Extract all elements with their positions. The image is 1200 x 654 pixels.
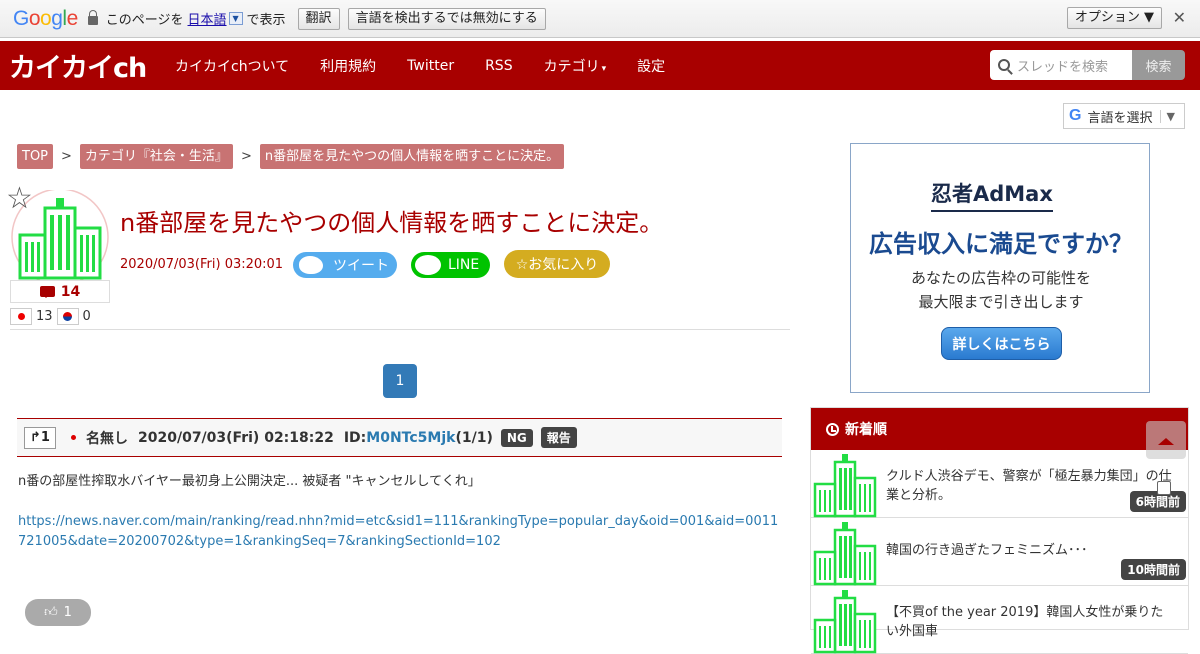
translate-button[interactable]: 翻訳 [297, 7, 340, 30]
post-link[interactable]: https://news.naver.com/main/ranking/read… [18, 512, 786, 552]
new-threads-heading: 新着順 [845, 422, 887, 438]
nav-about[interactable]: カイカイchついて [175, 56, 289, 76]
ad-sub-line2: 最大限まで引き出します [918, 293, 1084, 311]
japan-flag-icon [10, 308, 32, 325]
comment-count: 14 [10, 280, 110, 303]
nav-twitter[interactable]: Twitter [407, 58, 454, 74]
new-threads-header: 新着順 [811, 408, 1188, 450]
ad-banner[interactable]: 忍者AdMax 広告収入に満足ですか？ あなたの広告枠の可能性を 最大限まで引き… [850, 143, 1150, 393]
list-item[interactable]: クルド人渋谷デモ、警察が「極左暴力集団」の仕業と分析。 6時間前 [811, 450, 1188, 518]
lock-icon [87, 10, 98, 25]
jp-count: 13 [36, 309, 53, 324]
status-dot [71, 435, 76, 440]
edit-icon[interactable] [1157, 481, 1171, 495]
ad-headline: 広告収入に満足ですか？ [869, 230, 1133, 258]
list-item-title: 【不買of the year 2019】韓国人女性が乗りたい外国車 [886, 605, 1164, 639]
language-dropdown-icon[interactable]: ▼ [228, 12, 243, 25]
tweet-button[interactable]: ツイート [293, 252, 397, 278]
post-date: 2020/07/03(Fri) 02:18:22 [138, 429, 334, 446]
breadcrumb: TOP > カテゴリ『社会・生活』 > n番部屋を見たやつの個人情報を晒すことに… [17, 144, 565, 169]
search-button[interactable]: 検索 [1132, 50, 1185, 80]
site-header: カイカイch カイカイchついて 利用規約 Twitter RSS カテゴリ ▾ … [0, 41, 1200, 90]
ad-subtext: あなたの広告枠の可能性を 最大限まで引き出します [851, 266, 1149, 314]
nav-category[interactable]: カテゴリ ▾ [544, 56, 607, 76]
tweet-label: ツイート [333, 258, 389, 274]
search-placeholder: スレッドを検索 [1017, 59, 1109, 75]
clock-icon [826, 422, 839, 436]
comment-count-value: 14 [60, 283, 81, 300]
thread-thumbnail [813, 590, 877, 654]
comment-icon [39, 286, 55, 298]
ad-brand: 忍者AdMax [931, 178, 1053, 212]
main-nav: カイカイchついて 利用規約 Twitter RSS カテゴリ ▾ 設定 [169, 56, 690, 76]
new-threads-panel: 新着順 クルド人渋谷デモ、警察が「極左暴力集団」の仕業と分析。 6時間前 韓国の… [810, 407, 1189, 654]
line-label: LINE [448, 257, 480, 273]
poster-name: 名無し [86, 430, 128, 447]
disable-detect-button[interactable]: 言語を検出するでは無効にする [347, 7, 546, 30]
list-item[interactable]: 韓国の行き過ぎたフェミニズム･･･ 10時間前 [811, 518, 1188, 586]
post-id-link[interactable]: M0NTc5Mjk [366, 430, 455, 446]
res-number: 1 [40, 430, 50, 445]
translate-bar: Google このページを 日本語 ▼ で表示 翻訳 言語を検出するでは無効にす… [0, 0, 1200, 38]
nav-settings[interactable]: 設定 [637, 56, 665, 76]
thread-thumbnail [813, 454, 877, 518]
site-logo[interactable]: カイカイch [9, 46, 169, 85]
favorite-star-icon[interactable]: ☆ [6, 184, 33, 214]
report-button[interactable]: 報告 [540, 427, 577, 448]
translate-suffix: で表示 [246, 13, 286, 28]
reply-button[interactable]: ↱ 1 [24, 426, 56, 449]
google-logo: Google [13, 6, 78, 30]
breadcrumb-category[interactable]: カテゴリ『社会・生活』 [79, 144, 233, 169]
divider [10, 329, 790, 330]
nav-terms[interactable]: 利用規約 [320, 56, 376, 76]
post-text: n番の部屋性搾取水バイヤー最初身上公開決定... 被疑者 "キャンセルしてくれ」 [18, 474, 481, 489]
line-share-button[interactable]: LINE [411, 252, 490, 278]
language-selector-label: 言語を選択 [1087, 110, 1153, 126]
post-id: ID:M0NTc5Mjk(1/1) [344, 430, 493, 446]
language-selector[interactable]: G 言語を選択 ▼ [1063, 103, 1185, 129]
list-item[interactable]: 【不買of the year 2019】韓国人女性が乗りたい外国車 [811, 586, 1188, 654]
breadcrumb-current[interactable]: n番部屋を見たやつの個人情報を晒すことに決定。 [259, 144, 565, 169]
search-form: スレッドを検索 検索 [990, 50, 1185, 80]
pagination-current[interactable]: 1 [383, 364, 417, 398]
kr-count: 0 [82, 309, 91, 324]
post-body: n番の部屋性搾取水バイヤー最初身上公開決定... 被疑者 "キャンセルしてくれ」… [18, 472, 786, 552]
thread-date: 2020/07/03(Fri) 03:20:01 [120, 257, 284, 272]
options-button[interactable]: オプション ▼ [1066, 7, 1162, 29]
ad-sub-line1: あなたの広告枠の可能性を [910, 269, 1091, 287]
breadcrumb-top[interactable]: TOP [17, 144, 54, 169]
close-icon[interactable]: ✕ [1173, 8, 1186, 27]
post-id-prefix: ID: [343, 429, 367, 446]
dropdown-arrow-icon: ▼ [1160, 109, 1175, 123]
thread-thumbnail [813, 522, 877, 586]
post-id-suffix: (1/1) [455, 429, 493, 446]
ad-cta-button[interactable]: 詳しくはこちら [941, 327, 1062, 360]
thread-title: n番部屋を見たやつの個人情報を晒すことに決定。 [120, 209, 664, 237]
breadcrumb-separator: > [240, 149, 252, 164]
language-link[interactable]: 日本語 [188, 9, 227, 28]
twitter-bird-icon [299, 256, 323, 274]
search-input[interactable]: スレッドを検索 [990, 50, 1132, 80]
nav-rss[interactable]: RSS [485, 58, 513, 74]
google-g-icon: G [1069, 107, 1082, 124]
like-count: 1 [63, 605, 72, 620]
thumbs-up-icon: 👍︎ [44, 605, 58, 620]
nav-category-label: カテゴリ [543, 58, 600, 75]
post-header: ↱ 1 名無し 2020/07/03(Fri) 02:18:22 ID:M0NTc… [17, 418, 782, 457]
caret-down-icon: ▾ [601, 63, 607, 74]
country-counts: 13 0 [10, 308, 91, 325]
line-icon [415, 255, 441, 275]
like-button[interactable]: 👍︎ 1 [25, 599, 91, 626]
list-item-time: 10時間前 [1121, 559, 1186, 580]
scroll-to-top-button[interactable] [1146, 421, 1186, 459]
search-icon [998, 59, 1010, 71]
korea-flag-icon [56, 308, 79, 325]
translate-prefix: このページを [105, 13, 184, 28]
ng-button[interactable]: NG [500, 428, 533, 447]
breadcrumb-separator: > [61, 149, 72, 164]
favorite-button[interactable]: ☆お気に入り [504, 250, 610, 278]
